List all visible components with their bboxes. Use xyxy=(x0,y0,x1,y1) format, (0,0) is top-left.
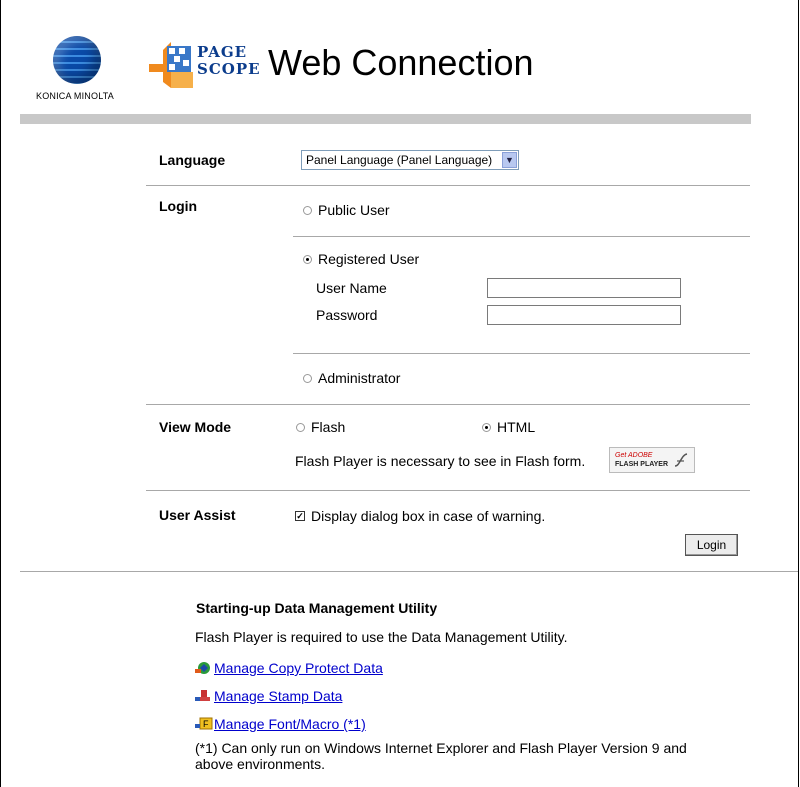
manage-stamp-link[interactable]: Manage Stamp Data xyxy=(214,688,342,704)
frame-left-border xyxy=(0,0,1,787)
language-select-value: Panel Language (Panel Language) xyxy=(306,153,493,167)
flash-logo-icon xyxy=(674,453,688,467)
administrator-option[interactable]: Administrator xyxy=(303,370,400,386)
font-macro-icon: F xyxy=(195,717,213,730)
user-name-input[interactable] xyxy=(487,278,681,298)
registered-user-option[interactable]: Registered User xyxy=(303,251,419,267)
divider xyxy=(293,353,750,354)
password-input[interactable] xyxy=(487,305,681,325)
public-user-option[interactable]: Public User xyxy=(303,202,390,218)
utility-link-item[interactable]: Manage Copy Protect Data xyxy=(195,660,383,677)
flash-note: Flash Player is necessary to see in Flas… xyxy=(295,453,586,469)
divider xyxy=(146,404,750,405)
warning-dialog-checkbox[interactable]: ✓ xyxy=(295,511,305,522)
pagescope-wordmark: PAGE SCOPE xyxy=(197,44,261,78)
language-label: Language xyxy=(159,152,226,168)
utility-footnote: (*1) Can only run on Windows Internet Ex… xyxy=(195,740,687,772)
html-text: HTML xyxy=(497,419,536,435)
warning-dialog-option[interactable]: ✓ Display dialog box in case of warning. xyxy=(295,508,545,524)
utility-description: Flash Player is required to use the Data… xyxy=(195,629,568,645)
frame-right-border xyxy=(798,0,799,787)
registered-user-text: Registered User xyxy=(318,251,420,267)
warning-dialog-text: Display dialog box in case of warning. xyxy=(311,508,546,524)
administrator-text: Administrator xyxy=(318,370,401,386)
utility-link-item[interactable]: F Manage Font/Macro (*1) xyxy=(195,716,366,733)
manage-copy-protect-link[interactable]: Manage Copy Protect Data xyxy=(214,660,383,676)
user-assist-label: User Assist xyxy=(159,507,236,523)
pagescope-line2: SCOPE xyxy=(197,60,261,78)
get-flash-player-button[interactable]: Get ADOBE FLASH PLAYER xyxy=(609,447,695,473)
stamp-icon xyxy=(195,690,210,702)
password-label: Password xyxy=(316,307,378,323)
brand-name: KONICA MINOLTA xyxy=(36,91,114,101)
page-title: Web Connection xyxy=(268,42,534,83)
divider xyxy=(146,490,750,491)
flash-option[interactable]: Flash xyxy=(296,419,345,435)
section-divider xyxy=(20,571,798,572)
html-radio[interactable] xyxy=(482,422,491,432)
public-user-text: Public User xyxy=(318,202,390,218)
login-button[interactable]: Login xyxy=(685,534,738,556)
manage-font-macro-link[interactable]: Manage Font/Macro (*1) xyxy=(214,716,366,732)
divider xyxy=(293,236,750,237)
user-name-label: User Name xyxy=(316,280,387,296)
flash-text: Flash xyxy=(311,419,346,435)
divider xyxy=(146,185,750,186)
language-select[interactable]: Panel Language (Panel Language) ▼ xyxy=(301,150,519,170)
chevron-down-icon[interactable]: ▼ xyxy=(502,152,517,168)
svg-text:F: F xyxy=(203,719,209,729)
konica-minolta-logo-icon xyxy=(53,36,101,84)
utility-heading: Starting-up Data Management Utility xyxy=(196,600,438,616)
pagescope-logo-icon xyxy=(149,42,193,88)
pagescope-line1: PAGE xyxy=(197,43,248,61)
utility-link-item[interactable]: Manage Stamp Data xyxy=(195,688,342,705)
footnote-line-1: (*1) Can only run on Windows Internet Ex… xyxy=(195,740,687,756)
copy-protect-icon xyxy=(195,662,210,675)
registered-user-radio[interactable] xyxy=(303,254,312,264)
flash-radio[interactable] xyxy=(296,422,305,432)
header-divider-bar xyxy=(20,114,751,124)
administrator-radio[interactable] xyxy=(303,373,312,383)
login-label: Login xyxy=(159,198,198,214)
view-mode-label: View Mode xyxy=(159,419,232,435)
html-option[interactable]: HTML xyxy=(482,419,535,435)
public-user-radio[interactable] xyxy=(303,205,312,215)
footnote-line-2: above environments. xyxy=(195,756,325,772)
